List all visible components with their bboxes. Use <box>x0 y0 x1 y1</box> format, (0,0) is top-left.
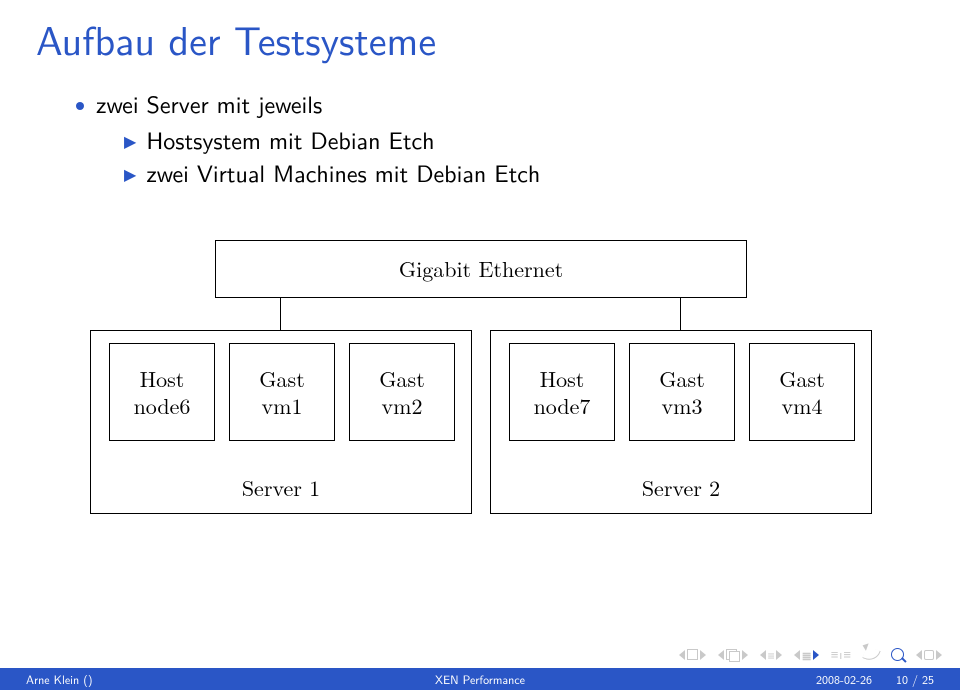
node-line1: Host <box>110 365 214 393</box>
nav-prev-icon[interactable] <box>679 650 685 660</box>
slide-title: Aufbau der Testsysteme <box>36 10 436 68</box>
host-node-box: Host node7 <box>509 343 615 441</box>
sub-bullet-item: ▶ zwei Virtual Machines mit Debian Etch <box>124 157 540 189</box>
node-line1: Gast <box>750 365 854 393</box>
nav-frame-group[interactable] <box>718 649 748 660</box>
guest-node-box: Gast vm4 <box>749 343 855 441</box>
footer-title: XEN Performance <box>329 670 632 688</box>
node-line1: Gast <box>630 365 734 393</box>
node-line2: node6 <box>110 392 214 420</box>
nav-subsection-icon[interactable] <box>726 649 740 660</box>
footer-bar: Arne Klein () XEN Performance 2008-02-26… <box>0 668 960 690</box>
nav-doc-group[interactable]: ≣ <box>794 646 819 664</box>
slide: Aufbau der Testsysteme zwei Server mit j… <box>0 0 960 690</box>
bullet-item: zwei Server mit jeweils <box>76 88 540 120</box>
ethernet-bus-box: Gigabit Ethernet <box>215 240 747 298</box>
nav-appendix-icon[interactable]: ≡ı≡ <box>831 645 852 664</box>
nav-slide-group[interactable] <box>679 649 706 660</box>
node-line2: vm2 <box>350 392 454 420</box>
node-line2: vm1 <box>230 392 334 420</box>
server-2-box: Host node7 Gast vm3 Gast vm4 Server 2 <box>490 330 872 514</box>
guest-node-box: Gast vm2 <box>349 343 455 441</box>
architecture-diagram: Gigabit Ethernet Host node6 Gast vm1 Gas… <box>80 240 880 535</box>
server-label: Server 2 <box>491 472 871 503</box>
nav-prev-icon[interactable] <box>718 650 724 660</box>
footer-date-page: 2008-02-26 10 / 25 <box>631 670 960 688</box>
nav-next-icon[interactable] <box>700 650 706 660</box>
nav-doc-icon[interactable]: ≣ <box>802 646 811 664</box>
node-line2: vm4 <box>750 392 854 420</box>
nav-next-icon[interactable] <box>776 650 782 660</box>
sub-bullet-item: ▶ Hostsystem mit Debian Etch <box>124 124 540 156</box>
sub-bullet-text: zwei Virtual Machines mit Debian Etch <box>146 157 540 189</box>
nav-goto-group[interactable] <box>916 650 942 660</box>
nav-section-group[interactable]: ≡ <box>760 646 782 664</box>
guest-node-box: Gast vm1 <box>229 343 335 441</box>
triangle-icon: ▶ <box>124 163 136 185</box>
footer-date: 2008-02-26 <box>816 670 872 688</box>
nav-next-icon[interactable] <box>742 650 748 660</box>
server-label: Server 1 <box>91 472 471 503</box>
bullet-text: zwei Server mit jeweils <box>96 88 322 120</box>
node-line1: Host <box>510 365 614 393</box>
node-line1: Gast <box>350 365 454 393</box>
connector-line <box>680 296 681 330</box>
bullet-dot-icon <box>76 102 84 110</box>
nav-prev-icon[interactable] <box>794 650 800 660</box>
nav-next-icon[interactable] <box>936 650 942 660</box>
footer-author: Arne Klein () <box>0 670 329 688</box>
nav-prev-icon[interactable] <box>760 650 766 660</box>
node-line2: vm3 <box>630 392 734 420</box>
node-line1: Gast <box>230 365 334 393</box>
nav-frame-icon[interactable] <box>687 649 698 660</box>
sub-bullet-text: Hostsystem mit Debian Etch <box>146 124 434 156</box>
host-node-box: Host node6 <box>109 343 215 441</box>
node-line2: node7 <box>510 392 614 420</box>
nav-back-icon[interactable] <box>862 646 881 663</box>
nav-next-icon[interactable] <box>813 650 819 660</box>
connector-line <box>280 296 281 330</box>
nav-goto-icon[interactable] <box>924 650 934 660</box>
server-1-box: Host node6 Gast vm1 Gast vm2 Server 1 <box>90 330 472 514</box>
nav-prev-icon[interactable] <box>916 650 922 660</box>
beamer-nav-symbols: ≡ ≣ ≡ı≡ <box>679 645 942 664</box>
nav-search-icon[interactable] <box>891 648 904 661</box>
body-content: zwei Server mit jeweils ▶ Hostsystem mit… <box>76 88 540 189</box>
footer-page: 10 / 25 <box>896 670 934 688</box>
nav-section-icon[interactable]: ≡ <box>768 646 774 664</box>
guest-node-box: Gast vm3 <box>629 343 735 441</box>
triangle-icon: ▶ <box>124 130 136 152</box>
